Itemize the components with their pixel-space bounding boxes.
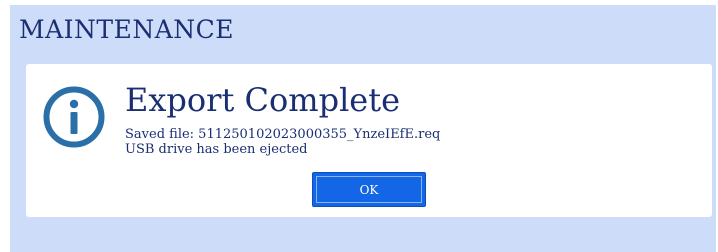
panel-title: MAINTENANCE: [19, 15, 235, 44]
maintenance-panel: MAINTENANCE Export Complete Saved file: …: [10, 5, 716, 252]
info-icon: [42, 85, 106, 149]
saved-file-message: Saved file: 511250102023000355_YnzeIEfE.…: [125, 127, 441, 142]
usb-ejected-message: USB drive has been ejected: [125, 142, 308, 157]
dialog-title: Export Complete: [125, 81, 401, 119]
ok-button[interactable]: OK: [312, 172, 426, 207]
export-complete-dialog: Export Complete Saved file: 511250102023…: [26, 64, 712, 217]
ok-button-label: OK: [316, 176, 422, 203]
